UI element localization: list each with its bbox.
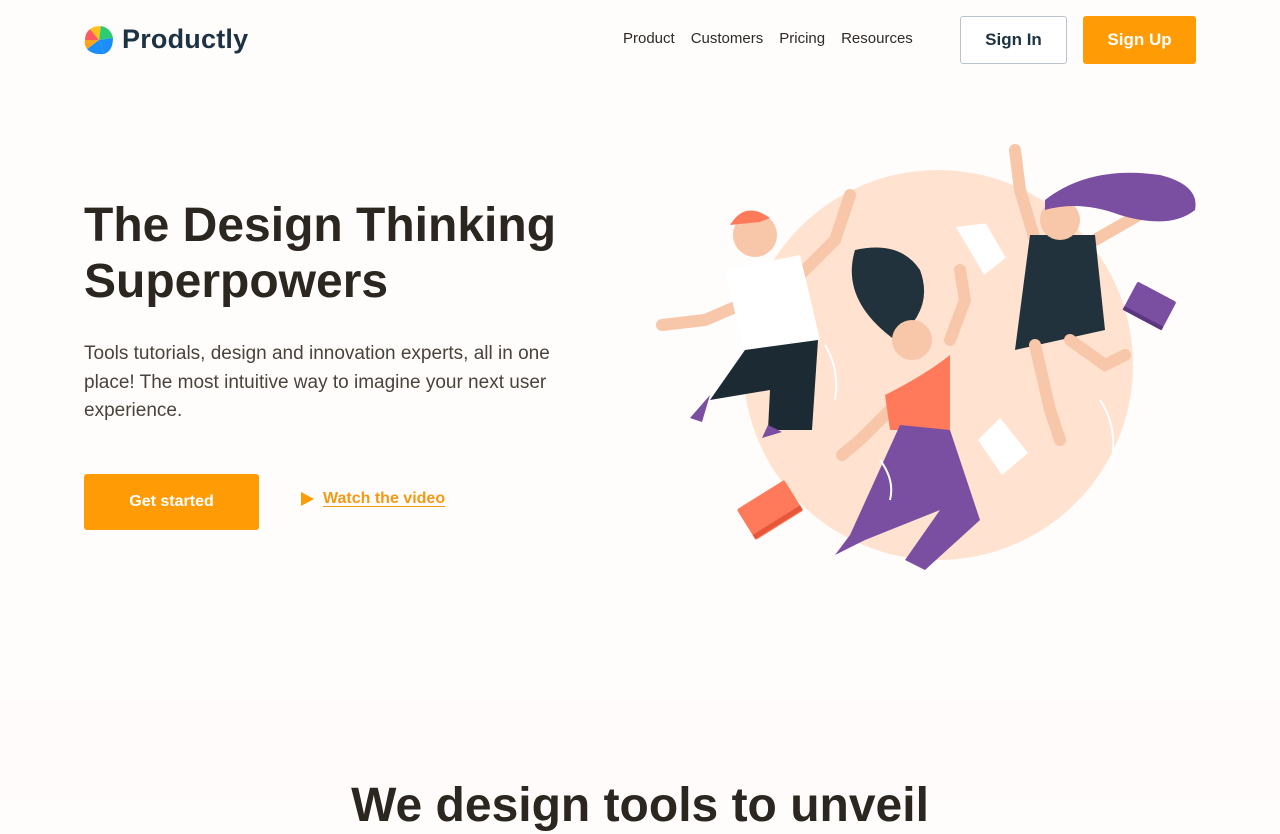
hero-title-line-2: Superpowers: [84, 255, 389, 308]
logo[interactable]: Productly: [84, 24, 248, 55]
site-header: Productly Product Customers Pricing Reso…: [0, 0, 1280, 80]
hero-illustration: [656, 144, 1196, 570]
purple-book: [1122, 282, 1176, 331]
logo-icon: [84, 25, 113, 54]
watch-video-label: Watch the video: [323, 490, 446, 507]
nav-link-product[interactable]: Product: [623, 30, 675, 48]
next-section-title: We design tools to unveil: [351, 779, 929, 832]
get-started-button[interactable]: Get started: [84, 474, 259, 530]
play-icon: [301, 492, 314, 506]
nav-link-pricing[interactable]: Pricing: [779, 30, 825, 48]
hero-title: The Design Thinking Superpowers: [84, 198, 604, 310]
hero-title-line-1: The Design Thinking: [84, 199, 557, 252]
main-nav: Product Customers Pricing Resources: [623, 30, 913, 48]
nav-link-resources[interactable]: Resources: [841, 30, 913, 48]
nav-link-customers[interactable]: Customers: [691, 30, 764, 48]
watch-video-link[interactable]: Watch the video: [300, 490, 445, 508]
sign-up-button[interactable]: Sign Up: [1083, 16, 1196, 64]
sign-in-button[interactable]: Sign In: [960, 16, 1067, 64]
hero-description: Tools tutorials, design and innovation e…: [84, 343, 550, 421]
brand-name: Productly: [122, 24, 249, 54]
